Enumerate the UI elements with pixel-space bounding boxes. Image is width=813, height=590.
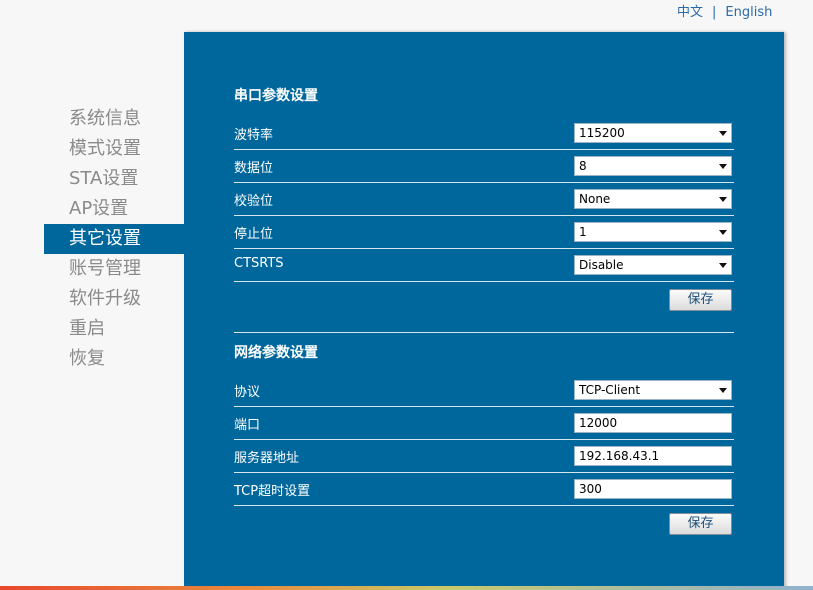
page: 中文 | English 系统信息 模式设置 STA设置 AP设置 其它设置 账号管… (0, 0, 813, 590)
server-address-input[interactable]: 192.168.43.1 (574, 446, 732, 466)
tcp-timeout-label: TCP超时设置 (234, 484, 311, 499)
ctsrts-row: CTSRTS Disable (234, 248, 734, 282)
baud-rate-label: 波特率 (234, 128, 274, 143)
ctsrts-value: Disable (579, 258, 624, 272)
sidebar-nav: 系统信息 模式设置 STA设置 AP设置 其它设置 账号管理 软件升级 重启 恢… (44, 104, 184, 374)
port-label: 端口 (234, 418, 261, 433)
serial-section-title: 串口参数设置 (234, 88, 318, 104)
tcp-timeout-row: TCP超时设置 300 (234, 472, 734, 506)
nav-item-mode-settings[interactable]: 模式设置 (44, 134, 184, 164)
chevron-down-icon (719, 230, 727, 235)
data-bits-value: 8 (579, 159, 587, 173)
nav-item-reboot[interactable]: 重启 (44, 314, 184, 344)
chevron-down-icon (719, 164, 727, 169)
lang-chinese-link[interactable]: 中文 (677, 5, 703, 20)
parity-row: 校验位 None (234, 182, 734, 216)
serial-save-button[interactable]: 保存 (669, 289, 732, 311)
protocol-select[interactable]: TCP-Client (574, 380, 732, 400)
parity-select[interactable]: None (574, 189, 732, 209)
nav-item-restore[interactable]: 恢复 (44, 344, 184, 374)
stop-bits-row: 停止位 1 (234, 215, 734, 249)
ctsrts-label: CTSRTS (234, 256, 284, 271)
stop-bits-value: 1 (579, 225, 587, 239)
network-section-title: 网络参数设置 (234, 345, 318, 361)
chevron-down-icon (719, 197, 727, 202)
section-divider (234, 332, 734, 333)
nav-item-other-settings[interactable]: 其它设置 (44, 224, 184, 254)
bottom-status-strip (0, 586, 813, 590)
port-row: 端口 12000 (234, 406, 734, 440)
lang-separator: | (712, 5, 717, 20)
parity-value: None (579, 192, 611, 206)
nav-item-ap-settings[interactable]: AP设置 (44, 194, 184, 224)
nav-item-sta-settings[interactable]: STA设置 (44, 164, 184, 194)
tcp-timeout-input[interactable]: 300 (574, 479, 732, 499)
nav-item-system-info[interactable]: 系统信息 (44, 104, 184, 134)
data-bits-row: 数据位 8 (234, 149, 734, 183)
baud-rate-value: 115200 (579, 126, 625, 140)
protocol-label: 协议 (234, 385, 261, 400)
nav-item-firmware-upgrade[interactable]: 软件升级 (44, 284, 184, 314)
chevron-down-icon (719, 263, 727, 268)
nav-item-account-management[interactable]: 账号管理 (44, 254, 184, 284)
stop-bits-label: 停止位 (234, 227, 274, 242)
server-address-label: 服务器地址 (234, 451, 300, 466)
lang-english-link[interactable]: English (725, 5, 772, 20)
chevron-down-icon (719, 131, 727, 136)
port-input[interactable]: 12000 (574, 413, 732, 433)
network-save-button[interactable]: 保存 (669, 513, 732, 535)
protocol-value: TCP-Client (579, 383, 641, 397)
baud-rate-select[interactable]: 115200 (574, 123, 732, 143)
baud-rate-row: 波特率 115200 (234, 116, 734, 150)
stop-bits-select[interactable]: 1 (574, 222, 732, 242)
parity-label: 校验位 (234, 194, 274, 209)
ctsrts-select[interactable]: Disable (574, 255, 732, 275)
chevron-down-icon (719, 388, 727, 393)
protocol-row: 协议 TCP-Client (234, 373, 734, 407)
data-bits-label: 数据位 (234, 161, 274, 176)
settings-panel: 串口参数设置 波特率 115200 数据位 8 校验位 None 停止位 1 C… (184, 32, 784, 590)
language-switch: 中文 | English (677, 1, 772, 20)
data-bits-select[interactable]: 8 (574, 156, 732, 176)
server-address-row: 服务器地址 192.168.43.1 (234, 439, 734, 473)
